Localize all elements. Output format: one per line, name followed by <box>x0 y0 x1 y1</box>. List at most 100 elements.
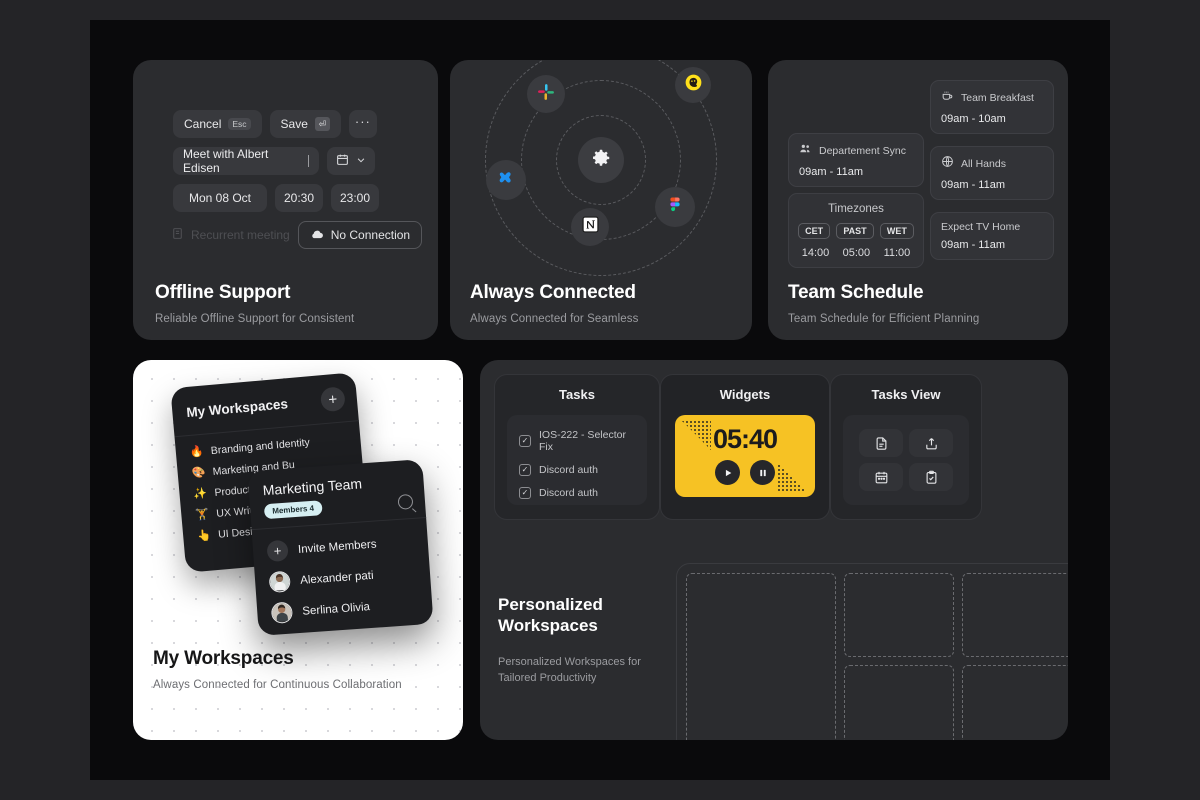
start-time-field[interactable]: 20:30 <box>275 184 323 212</box>
connected-text-block: Always Connected Always Connected for Se… <box>470 282 638 325</box>
event-all-hands[interactable]: All Hands 09am - 11am <box>930 146 1054 200</box>
personalized-title-line2: Workspaces <box>498 615 598 635</box>
event-time: 09am - 10am <box>941 113 1006 125</box>
layout-grid-placeholder <box>676 563 1068 740</box>
mailchimp-icon <box>683 72 704 98</box>
offline-text-block: Offline Support Reliable Offline Support… <box>155 282 354 325</box>
app-frame: Cancel Esc Save ⏎ ··· Meet with Albert E… <box>90 20 1110 780</box>
grid-cell[interactable] <box>844 573 954 657</box>
workspaces-subtitle: Always Connected for Continuous Collabor… <box>153 679 402 691</box>
cancel-button[interactable]: Cancel Esc <box>173 110 262 138</box>
integration-orb-mailchimp[interactable] <box>675 67 711 103</box>
checkbox-checked-icon[interactable]: ✓ <box>519 487 531 499</box>
datetime-row: Mon 08 Oct 20:30 23:00 <box>173 184 379 212</box>
workspace-emoji-icon: 👆 <box>196 529 212 543</box>
meeting-title-input[interactable]: Meet with Albert Edisen <box>173 147 319 175</box>
event-header: All Hands <box>941 155 1043 173</box>
task-item[interactable]: ✓ IOS-222 - Selector Fix <box>519 429 635 453</box>
widgets-panel: Widgets 05:40 <box>660 374 830 520</box>
card-team-schedule: Departement Sync 09am - 11am Team Breakf… <box>768 60 1068 340</box>
integration-orb-xero[interactable] <box>486 160 526 200</box>
timezone-time: 14:00 <box>801 247 830 259</box>
card-always-connected: Always Connected Always Connected for Se… <box>450 60 752 340</box>
event-header: Departement Sync <box>799 142 913 160</box>
pause-button[interactable] <box>750 460 775 485</box>
cancel-label: Cancel <box>184 117 222 131</box>
more-options-button[interactable]: ··· <box>348 110 377 138</box>
event-time: 09am - 11am <box>799 166 863 178</box>
event-team-breakfast[interactable]: Team Breakfast 09am - 10am <box>930 80 1054 134</box>
event-departement-sync[interactable]: Departement Sync 09am - 11am <box>788 133 924 187</box>
end-time-value: 23:00 <box>339 191 371 205</box>
tasks-panel-title: Tasks <box>559 387 595 402</box>
checkbox-checked-icon[interactable]: ✓ <box>519 464 531 476</box>
widgets-panel-title: Widgets <box>719 387 771 402</box>
calendar-select[interactable] <box>327 147 375 175</box>
members-list: + Invite Members Alexander pati Serlina … <box>252 518 434 630</box>
schedule-text-block: Team Schedule Team Schedule for Efficien… <box>788 282 979 325</box>
recurrent-label: Recurrent meeting <box>191 228 290 242</box>
personalized-subtitle: Personalized Workspaces for Tailored Pro… <box>498 656 641 684</box>
timezone-tag[interactable]: WET <box>879 223 914 239</box>
add-workspace-button[interactable]: + <box>319 386 346 413</box>
calendar-icon <box>336 153 349 169</box>
upload-icon[interactable] <box>909 429 953 457</box>
document-icon[interactable] <box>859 429 903 457</box>
cancel-shortcut: Esc <box>228 117 251 131</box>
no-connection-badge[interactable]: No Connection <box>297 221 423 249</box>
clipboard-check-icon[interactable] <box>909 463 953 491</box>
task-item[interactable]: ✓ Discord auth <box>519 487 635 499</box>
calendar-icon[interactable] <box>859 463 903 491</box>
plus-icon: + <box>327 390 338 409</box>
checkbox-checked-icon[interactable]: ✓ <box>519 435 531 447</box>
timer-widget: 05:40 <box>675 415 815 497</box>
avatar <box>268 570 291 594</box>
date-value: Mon 08 Oct <box>188 191 252 205</box>
event-header: Expect TV Home <box>941 221 1043 233</box>
schedule-subtitle: Team Schedule for Efficient Planning <box>788 313 980 325</box>
integration-orb-figma[interactable] <box>655 187 695 227</box>
card-personalized-workspaces: Tasks ✓ IOS-222 - Selector Fix ✓ Discord… <box>480 360 1068 740</box>
grid-cell[interactable] <box>844 664 954 740</box>
connected-subtitle: Always Connected for Seamless <box>470 313 639 325</box>
workspace-emoji-icon: 🏋️ <box>194 508 210 522</box>
timezone-time: 11:00 <box>883 247 911 259</box>
workspaces-text-block: My Workspaces Always Connected for Conti… <box>153 648 402 691</box>
settings-orb[interactable] <box>578 137 624 183</box>
search-icon[interactable] <box>397 493 414 510</box>
task-label: IOS-222 - Selector Fix <box>539 429 626 453</box>
card-my-workspaces: My Workspaces + 🔥 Branding and Identity … <box>133 360 463 740</box>
globe-icon <box>941 155 954 173</box>
date-field[interactable]: Mon 08 Oct <box>173 184 267 212</box>
integration-orb-slack[interactable] <box>527 75 565 113</box>
marketing-team-panel: Marketing Team Members 4 + Invite Member… <box>247 459 434 636</box>
save-button[interactable]: Save ⏎ <box>269 110 341 138</box>
figma-icon <box>666 196 684 219</box>
timezone-tag[interactable]: CET <box>798 223 831 239</box>
event-header: Team Breakfast <box>941 89 1043 107</box>
slack-icon <box>536 82 556 107</box>
gear-icon <box>590 147 612 174</box>
tasks-view-panel: Tasks View <box>830 374 982 520</box>
save-label: Save <box>280 117 308 131</box>
workspaces-panel-title: My Workspaces <box>185 395 289 420</box>
recurrent-meeting-toggle[interactable]: Recurrent meeting <box>171 227 290 243</box>
status-row: Recurrent meeting No Connection <box>171 221 423 249</box>
grid-cell[interactable] <box>686 573 836 740</box>
timezone-tag[interactable]: PAST <box>836 223 874 239</box>
offline-title: Offline Support <box>155 282 291 303</box>
play-button[interactable] <box>715 460 740 485</box>
integration-orb-notion[interactable] <box>571 208 609 246</box>
workspace-emoji-icon: ✨ <box>193 487 208 501</box>
grid-cell[interactable] <box>962 573 1068 657</box>
task-item[interactable]: ✓ Discord auth <box>519 464 635 476</box>
end-time-field[interactable]: 23:00 <box>331 184 379 212</box>
card-offline-support: Cancel Esc Save ⏎ ··· Meet with Albert E… <box>133 60 438 340</box>
workspace-emoji-icon: 🔥 <box>189 445 205 459</box>
grid-cell[interactable] <box>962 664 1068 740</box>
workspace-emoji-icon: 🎨 <box>191 466 206 480</box>
event-expect-tv-home[interactable]: Expect TV Home 09am - 11am <box>930 212 1054 260</box>
event-name: Departement Sync <box>819 145 906 157</box>
timezone-time: 05:00 <box>842 247 871 259</box>
xero-icon <box>495 167 517 194</box>
